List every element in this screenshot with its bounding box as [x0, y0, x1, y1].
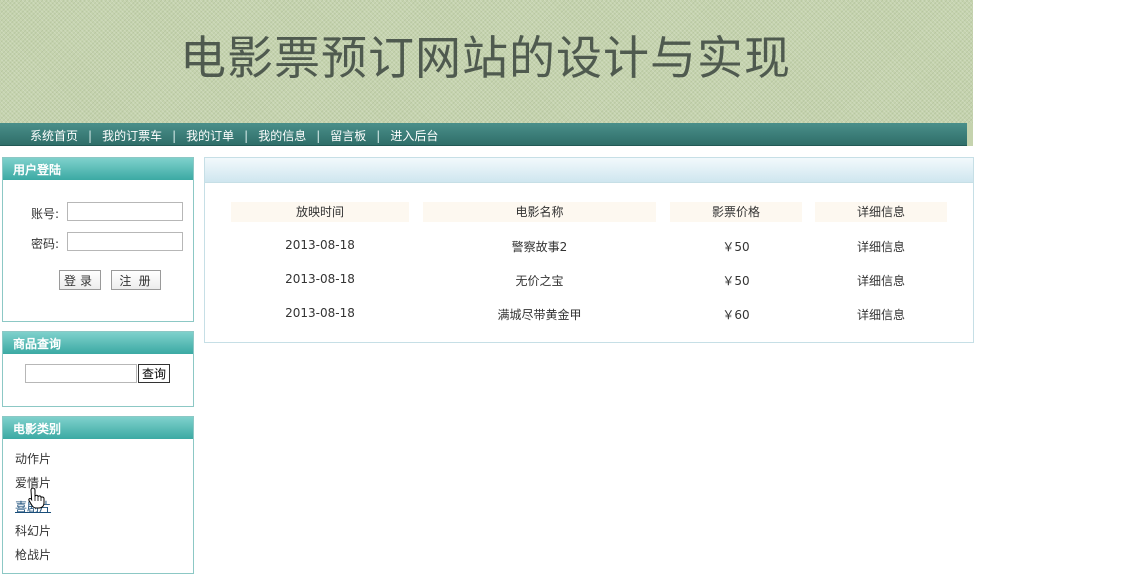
nav-my-info[interactable]: 我的信息 — [258, 129, 306, 143]
site-title: 电影票预订网站的设计与实现 — [180, 31, 791, 85]
nav-separator: | — [244, 129, 249, 143]
column-header-detail: 详细信息 — [815, 202, 947, 222]
nav-separator: | — [316, 129, 321, 143]
main-nav: 系统首页 | 我的订票车 | 我的订单 | 我的信息 | 留言板 | 进入后台 — [0, 123, 967, 146]
nav-my-orders[interactable]: 我的订单 — [186, 129, 234, 143]
nav-admin[interactable]: 进入后台 — [390, 129, 438, 143]
row-3-detail-link[interactable]: 详细信息 — [815, 306, 947, 323]
row-1-detail-link[interactable]: 详细信息 — [815, 238, 947, 255]
search-button[interactable]: 查询 — [138, 364, 170, 383]
row-2-movie-name: 无价之宝 — [515, 274, 564, 288]
row-3-showtime: 2013-08-18 — [285, 306, 355, 320]
search-input[interactable] — [25, 364, 137, 383]
ticket-list-header-bar — [205, 158, 973, 183]
row-2-showtime: 2013-08-18 — [285, 272, 355, 286]
password-label: 密码: — [31, 237, 60, 251]
category-action[interactable]: 动作片 — [15, 450, 51, 467]
row-3-movie-name: 满城尽带黄金甲 — [497, 308, 582, 322]
nav-message-board[interactable]: 留言板 — [330, 129, 366, 143]
row-2-price: ￥50 — [722, 274, 750, 288]
hand-cursor-icon — [28, 487, 45, 509]
row-1-showtime: 2013-08-18 — [285, 238, 355, 252]
nav-separator: | — [376, 129, 381, 143]
row-2-detail-link[interactable]: 详细信息 — [815, 272, 947, 289]
nav-separator: | — [172, 129, 177, 143]
search-panel: 商品查询 查询 — [2, 331, 194, 407]
row-3-price: ￥60 — [722, 308, 750, 322]
nav-home[interactable]: 系统首页 — [30, 129, 78, 143]
login-panel: 用户登陆 账号: 密码: 登录 注 册 — [2, 157, 194, 322]
header-banner: 电影票预订网站的设计与实现 — [0, 0, 973, 123]
category-panel-title: 电影类别 — [3, 417, 193, 439]
account-input[interactable] — [67, 202, 183, 221]
column-header-price: 影票价格 — [670, 202, 802, 222]
row-1-price: ￥50 — [722, 240, 750, 254]
row-1-movie-name: 警察故事2 — [511, 240, 568, 254]
column-header-showtime: 放映时间 — [231, 202, 409, 222]
category-scifi[interactable]: 科幻片 — [15, 522, 51, 539]
password-input[interactable] — [67, 232, 183, 251]
search-panel-title: 商品查询 — [3, 332, 193, 354]
nav-items: 系统首页 | 我的订票车 | 我的订单 | 我的信息 | 留言板 | 进入后台 — [30, 127, 438, 144]
nav-separator: | — [88, 129, 93, 143]
login-button[interactable]: 登录 — [59, 270, 101, 290]
register-button[interactable]: 注 册 — [111, 270, 161, 290]
column-header-movie-name: 电影名称 — [423, 202, 656, 222]
login-panel-title: 用户登陆 — [3, 158, 193, 180]
ticket-list-panel: 放映时间 电影名称 影票价格 详细信息 2013-08-18 警察故事2 ￥50… — [204, 157, 974, 343]
category-gunfight[interactable]: 枪战片 — [15, 546, 51, 563]
account-label: 账号: — [31, 207, 60, 221]
nav-ticket-cart[interactable]: 我的订票车 — [102, 129, 162, 143]
nav-edge-strip — [967, 123, 973, 146]
